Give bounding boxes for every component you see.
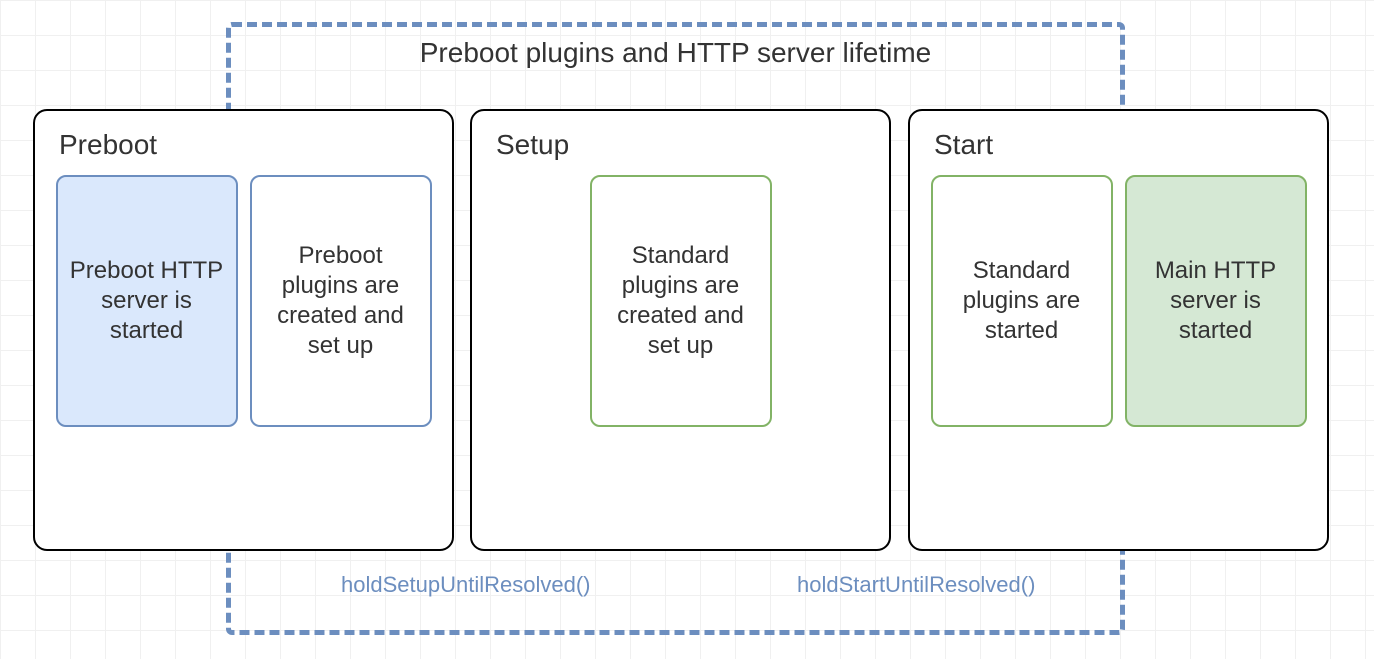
main-http-server-box: Main HTTP server is started [1125,175,1307,427]
phase-start: Start Standard plugins are started Main … [908,109,1329,551]
standard-plugins-setup-box: Standard plugins are created and set up [590,175,772,427]
start-inner-row: Standard plugins are started Main HTTP s… [920,175,1317,427]
hold-start-label: holdStartUntilResolved() [797,572,1035,598]
standard-plugins-start-box: Standard plugins are started [931,175,1113,427]
hold-setup-label: holdSetupUntilResolved() [341,572,590,598]
preboot-http-server-box: Preboot HTTP server is started [56,175,238,427]
phase-preboot-title: Preboot [59,129,442,161]
lifetime-title: Preboot plugins and HTTP server lifetime [226,37,1125,69]
preboot-inner-row: Preboot HTTP server is started Preboot p… [45,175,442,427]
phase-start-title: Start [934,129,1317,161]
phase-setup: Setup Standard plugins are created and s… [470,109,891,551]
phase-setup-title: Setup [496,129,879,161]
preboot-plugins-box: Preboot plugins are created and set up [250,175,432,427]
phase-preboot: Preboot Preboot HTTP server is started P… [33,109,454,551]
setup-inner-row: Standard plugins are created and set up [482,175,879,427]
